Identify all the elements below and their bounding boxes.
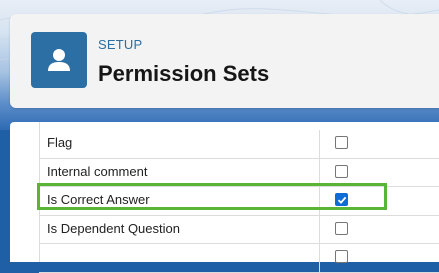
field-label-flag: Flag xyxy=(47,135,73,150)
field-label-is-dependent-question: Is Dependent Question xyxy=(47,220,180,236)
highlight-box xyxy=(37,183,387,210)
table-row xyxy=(39,244,439,273)
flag-checkbox[interactable] xyxy=(335,136,348,149)
page-header: SETUP Permission Sets xyxy=(10,14,439,108)
field-label-internal-comment: Internal comment xyxy=(47,163,148,179)
column-divider xyxy=(319,215,320,244)
internal-comment-checkbox[interactable] xyxy=(335,164,348,178)
table-row: Is Dependent Question xyxy=(39,215,439,244)
user-icon xyxy=(31,32,87,88)
is-dependent-question-checkbox[interactable] xyxy=(335,221,348,235)
column-divider xyxy=(319,244,320,273)
breadcrumb[interactable]: SETUP xyxy=(98,37,142,52)
table-row: Flag xyxy=(39,130,439,159)
next-field-checkbox[interactable] xyxy=(335,250,348,263)
column-divider xyxy=(319,130,320,159)
page-title: Permission Sets xyxy=(98,61,270,86)
